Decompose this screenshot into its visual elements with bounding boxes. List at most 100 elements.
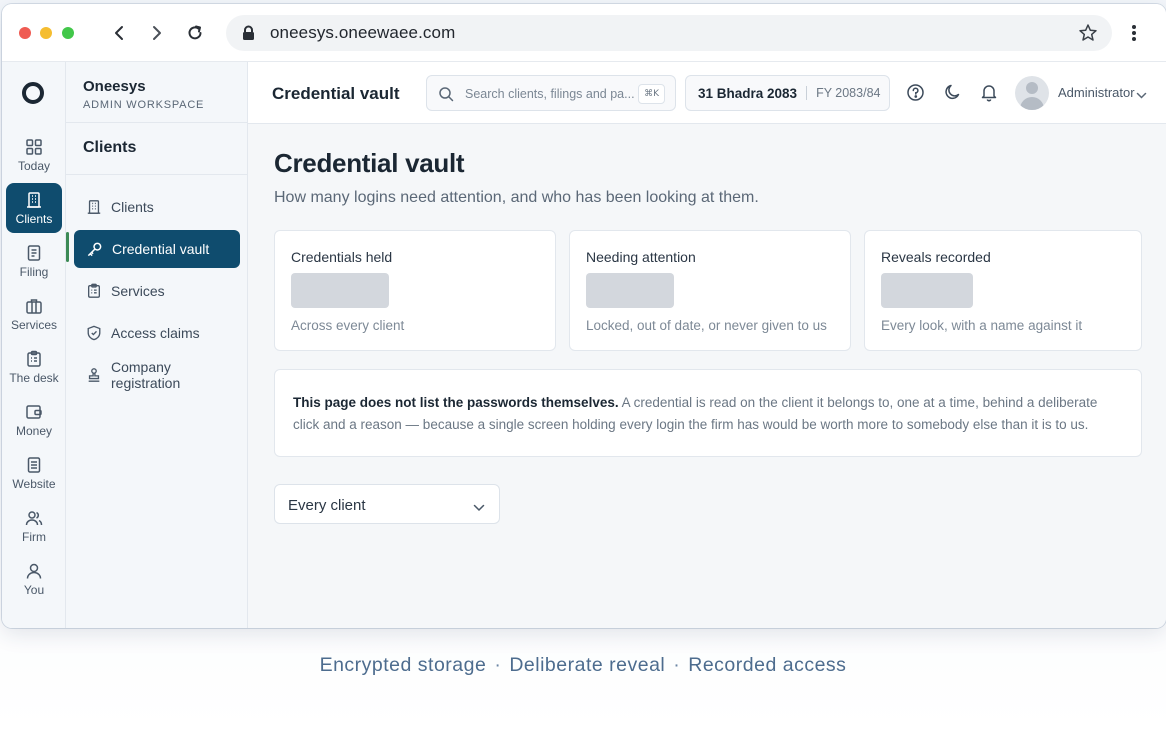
building-icon	[87, 200, 101, 214]
stat-caption: Locked, out of date, or never given to u…	[586, 318, 827, 333]
current-date: 31 Bhadra 2083	[698, 85, 798, 101]
search-input[interactable]: Search clients, filings and pa... ⌘K	[426, 75, 676, 111]
sidebar-section-title: Clients	[83, 139, 137, 156]
rail-label: Money	[15, 423, 53, 438]
workspace-brand: Oneesys ADMIN WORKSPACE	[83, 78, 204, 111]
reload-icon[interactable]	[184, 22, 206, 44]
user-icon	[26, 563, 42, 579]
rail-item-today[interactable]: Today	[6, 130, 62, 180]
sidebar-item-credential-vault[interactable]: Credential vault	[74, 230, 240, 268]
browser-toolbar: oneesys.oneewaee.com	[2, 4, 1166, 62]
stat-card-credentials-held: Credentials held Across every client	[274, 230, 556, 351]
date-fiscal-year-selector[interactable]: 31 Bhadra 2083 FY 2083/84	[685, 75, 890, 111]
chevron-down-icon[interactable]	[1136, 87, 1147, 105]
minimize-window-button[interactable]	[40, 27, 52, 39]
search-placeholder: Search clients, filings and pa...	[465, 87, 635, 101]
active-marker	[66, 232, 69, 262]
browser-window: oneesys.oneewaee.com Today Clients Filin…	[2, 4, 1166, 628]
security-notice: This page does not list the passwords th…	[274, 369, 1142, 457]
stat-value-loading	[291, 273, 389, 308]
app-logo[interactable]	[22, 82, 44, 104]
grid-icon	[26, 138, 42, 155]
workspace-name: Oneesys	[83, 78, 146, 95]
rail-label: You	[23, 582, 45, 597]
rail-item-the-desk[interactable]: The desk	[6, 342, 62, 392]
rail-item-filing[interactable]: Filing	[6, 236, 62, 286]
stat-card-needing-attention: Needing attention Locked, out of date, o…	[569, 230, 851, 351]
sidebar-item-access-claims[interactable]: Access claims	[74, 314, 240, 352]
maximize-window-button[interactable]	[62, 27, 74, 39]
url-text: oneesys.oneewaee.com	[270, 23, 456, 42]
page-icon	[27, 456, 41, 473]
back-icon[interactable]	[108, 22, 130, 44]
sidebar-item-label: Services	[111, 283, 165, 299]
clipboard-icon	[88, 283, 100, 298]
close-window-button[interactable]	[19, 27, 31, 39]
search-icon	[438, 86, 454, 107]
avatar[interactable]	[1015, 76, 1049, 110]
separator-dot: ·	[673, 654, 681, 676]
tagline-item: Encrypted storage	[319, 654, 487, 676]
sidebar-item-label: Credential vault	[112, 241, 210, 257]
briefcase-icon	[26, 298, 42, 314]
section-sidebar: Oneesys ADMIN WORKSPACE Clients Clients …	[66, 62, 248, 628]
rail-label: Website	[12, 476, 56, 491]
clipboard-icon	[27, 350, 41, 367]
rail-item-money[interactable]: Money	[6, 395, 62, 445]
rail-item-website[interactable]: Website	[6, 448, 62, 498]
document-icon	[27, 244, 41, 261]
lock-icon	[242, 25, 255, 46]
dark-mode-moon-icon[interactable]	[944, 83, 962, 106]
stat-value-loading	[586, 273, 674, 308]
rail-label: Firm	[22, 529, 46, 544]
sidebar-item-label: Access claims	[111, 325, 200, 341]
divider	[66, 174, 247, 175]
tagline-item: Recorded access	[688, 654, 847, 676]
sidebar-item-label: Clients	[111, 199, 154, 215]
top-bar: Credential vault Search clients, filings…	[248, 62, 1166, 124]
page-title: Credential vault	[274, 148, 465, 178]
fiscal-year: FY 2083/84	[816, 86, 881, 100]
user-name[interactable]: Administrator	[1058, 85, 1135, 100]
bookmark-star-icon[interactable]	[1078, 23, 1098, 48]
search-shortcut-badge: ⌘K	[638, 84, 665, 104]
rail-label: Filing	[19, 264, 49, 279]
rail-item-services[interactable]: Services	[6, 289, 62, 339]
feature-tagline: Encrypted storage · Deliberate reveal · Reco…	[0, 654, 1166, 677]
stat-label: Credentials held	[291, 249, 393, 265]
rail-label: Today	[17, 158, 51, 173]
building-icon	[27, 191, 41, 208]
sidebar-item-company-registration[interactable]: Company registration	[74, 356, 240, 394]
help-icon[interactable]	[906, 83, 925, 107]
stat-label: Needing attention	[586, 249, 696, 265]
page-description: How many logins need attention, and who …	[274, 189, 759, 206]
divider	[806, 86, 808, 100]
page-content: Credential vault How many logins need at…	[274, 148, 1142, 524]
stat-label: Reveals recorded	[881, 249, 991, 265]
forward-icon[interactable]	[146, 22, 168, 44]
chevron-down-icon	[473, 499, 485, 517]
address-bar[interactable]: oneesys.oneewaee.com	[226, 15, 1112, 51]
rail-item-clients[interactable]: Clients	[6, 183, 62, 233]
tagline-item: Deliberate reveal	[509, 654, 666, 676]
rail-item-firm[interactable]: Firm	[6, 501, 62, 551]
rail-label: Services	[10, 317, 57, 332]
sidebar-item-label: Company registration	[111, 359, 181, 391]
rail-item-you[interactable]: You	[6, 554, 62, 604]
sidebar-item-clients[interactable]: Clients	[74, 188, 240, 226]
rail-label: Clients	[15, 211, 53, 226]
browser-menu-icon[interactable]	[1126, 22, 1142, 44]
topbar-title: Credential vault	[272, 84, 400, 103]
notice-heading: This page does not list the passwords th…	[293, 395, 619, 410]
icon-rail: Today Clients Filing Services The desk M…	[2, 62, 66, 628]
separator-dot: ·	[494, 654, 502, 676]
client-filter-select[interactable]: Every client	[274, 484, 500, 524]
stat-caption: Every look, with a name against it	[881, 318, 1083, 333]
client-filter-value: Every client	[288, 497, 366, 514]
sidebar-item-services[interactable]: Services	[74, 272, 240, 310]
stats-cards: Credentials held Across every client Nee…	[274, 230, 1142, 352]
main-area: Credential vault Search clients, filings…	[248, 62, 1166, 628]
notifications-bell-icon[interactable]	[980, 83, 998, 107]
stat-value-loading	[881, 273, 973, 308]
workspace-subtitle: ADMIN WORKSPACE	[83, 99, 205, 111]
